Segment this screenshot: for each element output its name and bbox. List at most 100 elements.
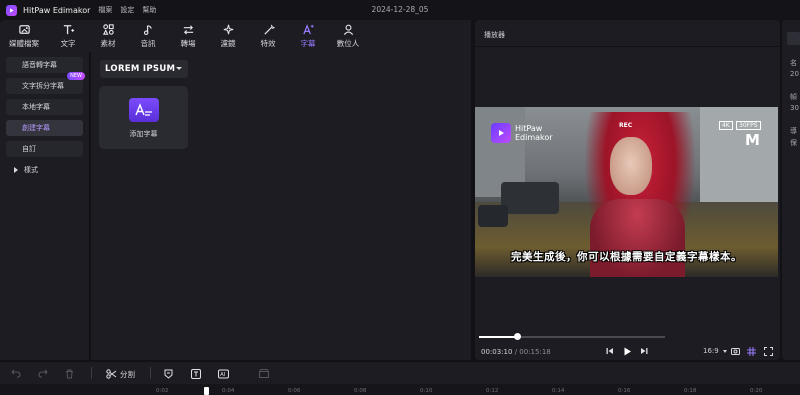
media-icon	[18, 25, 30, 34]
audio-icon	[143, 25, 152, 35]
timecode: 00:03:10 / 00:15:18	[481, 348, 551, 356]
tool-label: 字幕	[300, 39, 316, 48]
scissors-icon	[106, 368, 117, 379]
subtitle-content-panel: LOREM IPSUM 添加字幕	[91, 52, 471, 360]
redo-icon	[37, 369, 48, 378]
next-frame-button[interactable]	[639, 346, 649, 356]
total-time: 00:15:18	[519, 348, 551, 356]
tool-label: 特效	[260, 39, 276, 48]
ruler-tick: 0:14	[552, 388, 565, 394]
sidebar-item-create-subtitle[interactable]: 創建字幕	[6, 120, 83, 136]
video-preview[interactable]: HitPaw Edimakor REC 4K 30FPS M 完美生成後，你可以…	[475, 107, 778, 277]
prop-label: 保	[790, 139, 797, 147]
progress-fill	[479, 336, 518, 338]
time-separator: /	[514, 348, 518, 356]
sidebar-item-styles[interactable]: 樣式	[6, 162, 83, 178]
tool-filter[interactable]: 濾鏡	[208, 22, 248, 52]
tool-label: 文字	[60, 39, 76, 48]
snapshot-button[interactable]	[730, 346, 740, 356]
menu-help[interactable]: 幫助	[142, 5, 156, 15]
ruler-tick: 0:20	[750, 388, 763, 394]
divider	[91, 367, 92, 379]
aspect-ratio-select[interactable]: 16:9	[703, 347, 727, 355]
car-shape	[501, 182, 559, 214]
tool-subtitle[interactable]: 字幕	[288, 22, 328, 52]
divider	[475, 46, 780, 47]
add-subtitle-card[interactable]: 添加字幕	[99, 86, 188, 149]
sidebar-item-local-subtitle[interactable]: 本地字幕	[6, 99, 83, 115]
sidebar-item-text-split[interactable]: 文字拆分字幕 NEW	[6, 72, 85, 94]
marker-button[interactable]	[163, 368, 174, 379]
tool-elements[interactable]: 素材	[88, 22, 128, 52]
progress-handle[interactable]	[514, 333, 521, 340]
ruler-tick: 0:02	[156, 388, 169, 394]
timeline-toolbar: 分割 AI	[0, 362, 800, 384]
tool-avatar[interactable]: 數位人	[328, 22, 368, 52]
timeline-playhead[interactable]	[204, 387, 209, 395]
properties-tab[interactable]	[787, 32, 800, 45]
sidebar-item-speech-to-subtitle[interactable]: 語音轉字幕	[6, 57, 83, 73]
person-body	[590, 199, 685, 277]
text-button[interactable]	[190, 368, 201, 379]
prop-label: 名	[790, 59, 797, 67]
resolution-badge: 4K	[719, 121, 733, 130]
next-frame-icon	[641, 348, 648, 354]
sidebar-item-label: 文字拆分字幕	[22, 82, 64, 90]
undo-button[interactable]	[10, 368, 21, 379]
sidebar-item-custom[interactable]: 自訂	[6, 141, 83, 157]
menu-file[interactable]: 檔案	[98, 5, 112, 15]
avatar-icon	[343, 24, 353, 35]
rec-indicator: REC	[619, 122, 633, 129]
text-icon	[63, 25, 74, 35]
tool-label: 轉場	[180, 39, 196, 48]
tool-label: 音訊	[140, 39, 156, 48]
ai-button[interactable]: AI	[218, 368, 229, 379]
sidebar-item-label: 自訂	[22, 145, 36, 153]
title-bar: HitPaw Edimakor 檔案 設定 幫助 2024-12-28_05	[0, 0, 800, 20]
properties-panel: 名 20 幀 30 導 保	[782, 20, 800, 360]
tool-text[interactable]: 文字	[48, 22, 88, 52]
delete-button[interactable]	[64, 368, 75, 379]
menu-settings[interactable]: 設定	[120, 5, 134, 15]
redo-button[interactable]	[37, 368, 48, 379]
tool-transition[interactable]: 轉場	[168, 22, 208, 52]
text-box-icon	[190, 368, 201, 379]
current-time: 00:03:10	[481, 348, 513, 356]
divider	[150, 367, 151, 379]
prop-value: 30	[790, 104, 799, 112]
box-icon	[258, 369, 269, 378]
chevron-down-icon	[722, 349, 727, 353]
timeline-ruler[interactable]: 0:02 0:04 0:06 0:08 0:10 0:12 0:14 0:16 …	[0, 384, 800, 395]
ruler-tick: 0:18	[684, 388, 697, 394]
effects-icon	[263, 24, 275, 35]
player-title: 播放器	[484, 31, 505, 39]
svg-text:AI: AI	[220, 372, 225, 378]
split-button[interactable]	[106, 368, 117, 379]
ruler-tick: 0:16	[618, 388, 631, 394]
tool-media[interactable]: 媒體檔案	[0, 22, 48, 52]
ruler-tick: 0:12	[486, 388, 499, 394]
crop-button[interactable]	[746, 346, 756, 356]
tool-label: 媒體檔案	[9, 39, 39, 48]
play-button[interactable]	[622, 346, 632, 356]
ruler-tick: 0:08	[354, 388, 367, 394]
tool-audio[interactable]: 音訊	[128, 22, 168, 52]
font-style-select[interactable]: LOREM IPSUM	[100, 60, 188, 78]
shield-marker-icon	[164, 369, 173, 379]
subtitle-icon	[302, 24, 314, 35]
sidebar-item-label: 語音轉字幕	[22, 61, 57, 69]
watermark-line-2: Edimakor	[515, 133, 553, 142]
tool-label: 濾鏡	[220, 39, 236, 48]
fullscreen-button[interactable]	[763, 346, 773, 356]
camera-icon	[730, 348, 740, 355]
crop-grid-icon	[746, 346, 756, 356]
fullscreen-icon	[763, 346, 773, 356]
prev-frame-button[interactable]	[605, 346, 615, 356]
app-name: HitPaw Edimakor	[23, 5, 91, 15]
undo-icon	[10, 369, 21, 378]
tool-effects[interactable]: 特效	[248, 22, 288, 52]
export-clip-button[interactable]	[258, 368, 269, 379]
add-subtitle-icon	[128, 98, 159, 122]
chevron-down-icon	[176, 67, 182, 70]
prop-value: 20	[790, 70, 799, 78]
